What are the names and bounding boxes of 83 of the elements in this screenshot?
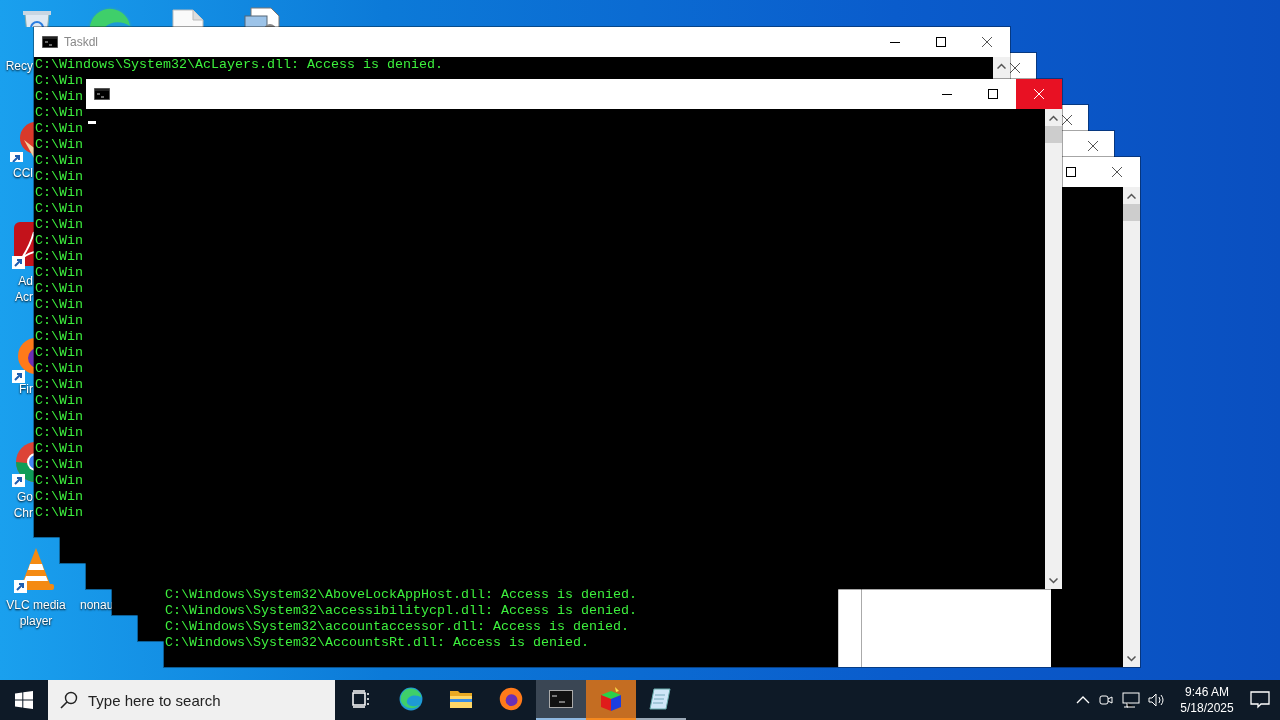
console-line: C:\Win bbox=[35, 489, 83, 505]
console-line: C:\Win bbox=[35, 217, 83, 233]
console-line: C:\Win bbox=[35, 249, 83, 265]
console-line: C:\Win bbox=[35, 409, 83, 425]
console-line: C:\Win bbox=[35, 505, 83, 521]
console-line: C:\Win bbox=[35, 457, 83, 473]
camera-icon[interactable] bbox=[1098, 692, 1114, 708]
chevron-up-icon[interactable] bbox=[1076, 696, 1090, 704]
console-line: C:\Windows\System32\accessibilitycpl.dll: Access is denied. bbox=[165, 603, 637, 619]
console-line: C:\Windows\System32\AccountsRt.dll: Access is denied. bbox=[165, 635, 589, 651]
console-line: C:\Win bbox=[35, 105, 83, 121]
chevron-up-icon bbox=[997, 62, 1006, 69]
console-icon bbox=[94, 88, 110, 100]
chevron-up-icon bbox=[1127, 192, 1136, 199]
console-icon bbox=[42, 36, 58, 48]
chevron-down-icon bbox=[1127, 655, 1136, 662]
console-line: C:\Win bbox=[35, 169, 83, 185]
icon-label: Chr bbox=[12, 505, 33, 521]
scrollbar[interactable] bbox=[1045, 109, 1062, 589]
maximize-icon bbox=[936, 37, 946, 47]
console-line: C:\Windows\System32\AboveLockAppHost.dll: Access is denied. bbox=[165, 587, 637, 603]
close-icon bbox=[982, 37, 992, 47]
icon-label: player bbox=[18, 613, 54, 629]
close-icon bbox=[1088, 141, 1098, 151]
icon-label: Fir bbox=[18, 381, 33, 397]
windows-logo-icon bbox=[15, 691, 33, 709]
console-line: C:\Win bbox=[35, 201, 83, 217]
notepad-icon bbox=[648, 687, 674, 711]
console-line: C:\Win bbox=[35, 121, 83, 137]
volume-icon[interactable] bbox=[1148, 692, 1166, 708]
console-line: C:\Windows\System32\AcLayers.dll: Access is denied. bbox=[35, 57, 443, 73]
maximize-icon bbox=[988, 89, 998, 99]
console-line: C:\Win bbox=[35, 361, 83, 377]
notification-icon[interactable] bbox=[1250, 691, 1270, 709]
swirl-logo-icon bbox=[398, 686, 424, 712]
search-icon bbox=[60, 691, 78, 709]
task-view-icon bbox=[351, 690, 371, 708]
chevron-up-icon bbox=[1049, 114, 1058, 121]
icon-label: CCl bbox=[12, 165, 33, 181]
console-line: C:\Win bbox=[35, 441, 83, 457]
console-line: C:\Win bbox=[35, 425, 83, 441]
scrollbar-thumb[interactable] bbox=[1123, 204, 1140, 221]
icon-label: VLC media bbox=[5, 597, 67, 613]
console-line: C:\Win bbox=[35, 185, 83, 201]
console-line: C:\Win bbox=[35, 89, 83, 105]
console-line: C:\Win bbox=[35, 281, 83, 297]
icon-label: Recy bbox=[4, 58, 33, 74]
folder-icon bbox=[449, 689, 473, 709]
taskbar-app-button[interactable] bbox=[536, 680, 586, 720]
console-line: C:\Win bbox=[35, 233, 83, 249]
scrollbar-thumb[interactable] bbox=[1045, 126, 1062, 143]
clock-time[interactable]: 9:46 AM bbox=[1185, 684, 1229, 700]
console-icon bbox=[549, 690, 573, 708]
scrollbar[interactable] bbox=[1123, 187, 1140, 667]
icon-label: Acr bbox=[14, 289, 33, 305]
close-icon bbox=[1112, 167, 1122, 177]
console-line: C:\Win bbox=[35, 73, 83, 89]
network-icon[interactable] bbox=[1122, 692, 1140, 708]
chevron-down-icon bbox=[1049, 577, 1058, 584]
fox-logo-icon bbox=[498, 686, 524, 712]
maximize-icon bbox=[1066, 167, 1076, 177]
icon-label: Go bbox=[16, 489, 33, 505]
close-icon bbox=[1062, 115, 1072, 125]
document-app-icon bbox=[12, 222, 34, 270]
console-line: C:\Win bbox=[35, 137, 83, 153]
icon-label: Ad bbox=[17, 273, 33, 289]
console-line: C:\Win bbox=[35, 393, 83, 409]
console-line: C:\Win bbox=[35, 297, 83, 313]
window-title: Taskdl bbox=[64, 35, 98, 49]
console-line: C:\Win bbox=[35, 473, 83, 489]
console-line: C:\Win bbox=[35, 377, 83, 393]
close-icon bbox=[1034, 89, 1044, 99]
console-line: C:\Win bbox=[35, 329, 83, 345]
console-line: C:\Win bbox=[35, 265, 83, 281]
search-field[interactable]: Type here to search bbox=[48, 680, 335, 720]
icon-label: nonau bbox=[80, 597, 111, 613]
console-line: C:\Windows\System32\accountaccessor.dll: Access is denied. bbox=[165, 619, 629, 635]
close-icon bbox=[1010, 63, 1020, 73]
scrollbar[interactable] bbox=[993, 57, 1010, 79]
console-line: C:\Win bbox=[35, 313, 83, 329]
console-line: C:\Win bbox=[35, 345, 83, 361]
clock-date[interactable]: 5/18/2025 bbox=[1180, 700, 1234, 716]
console-line: C:\Win bbox=[35, 153, 83, 169]
